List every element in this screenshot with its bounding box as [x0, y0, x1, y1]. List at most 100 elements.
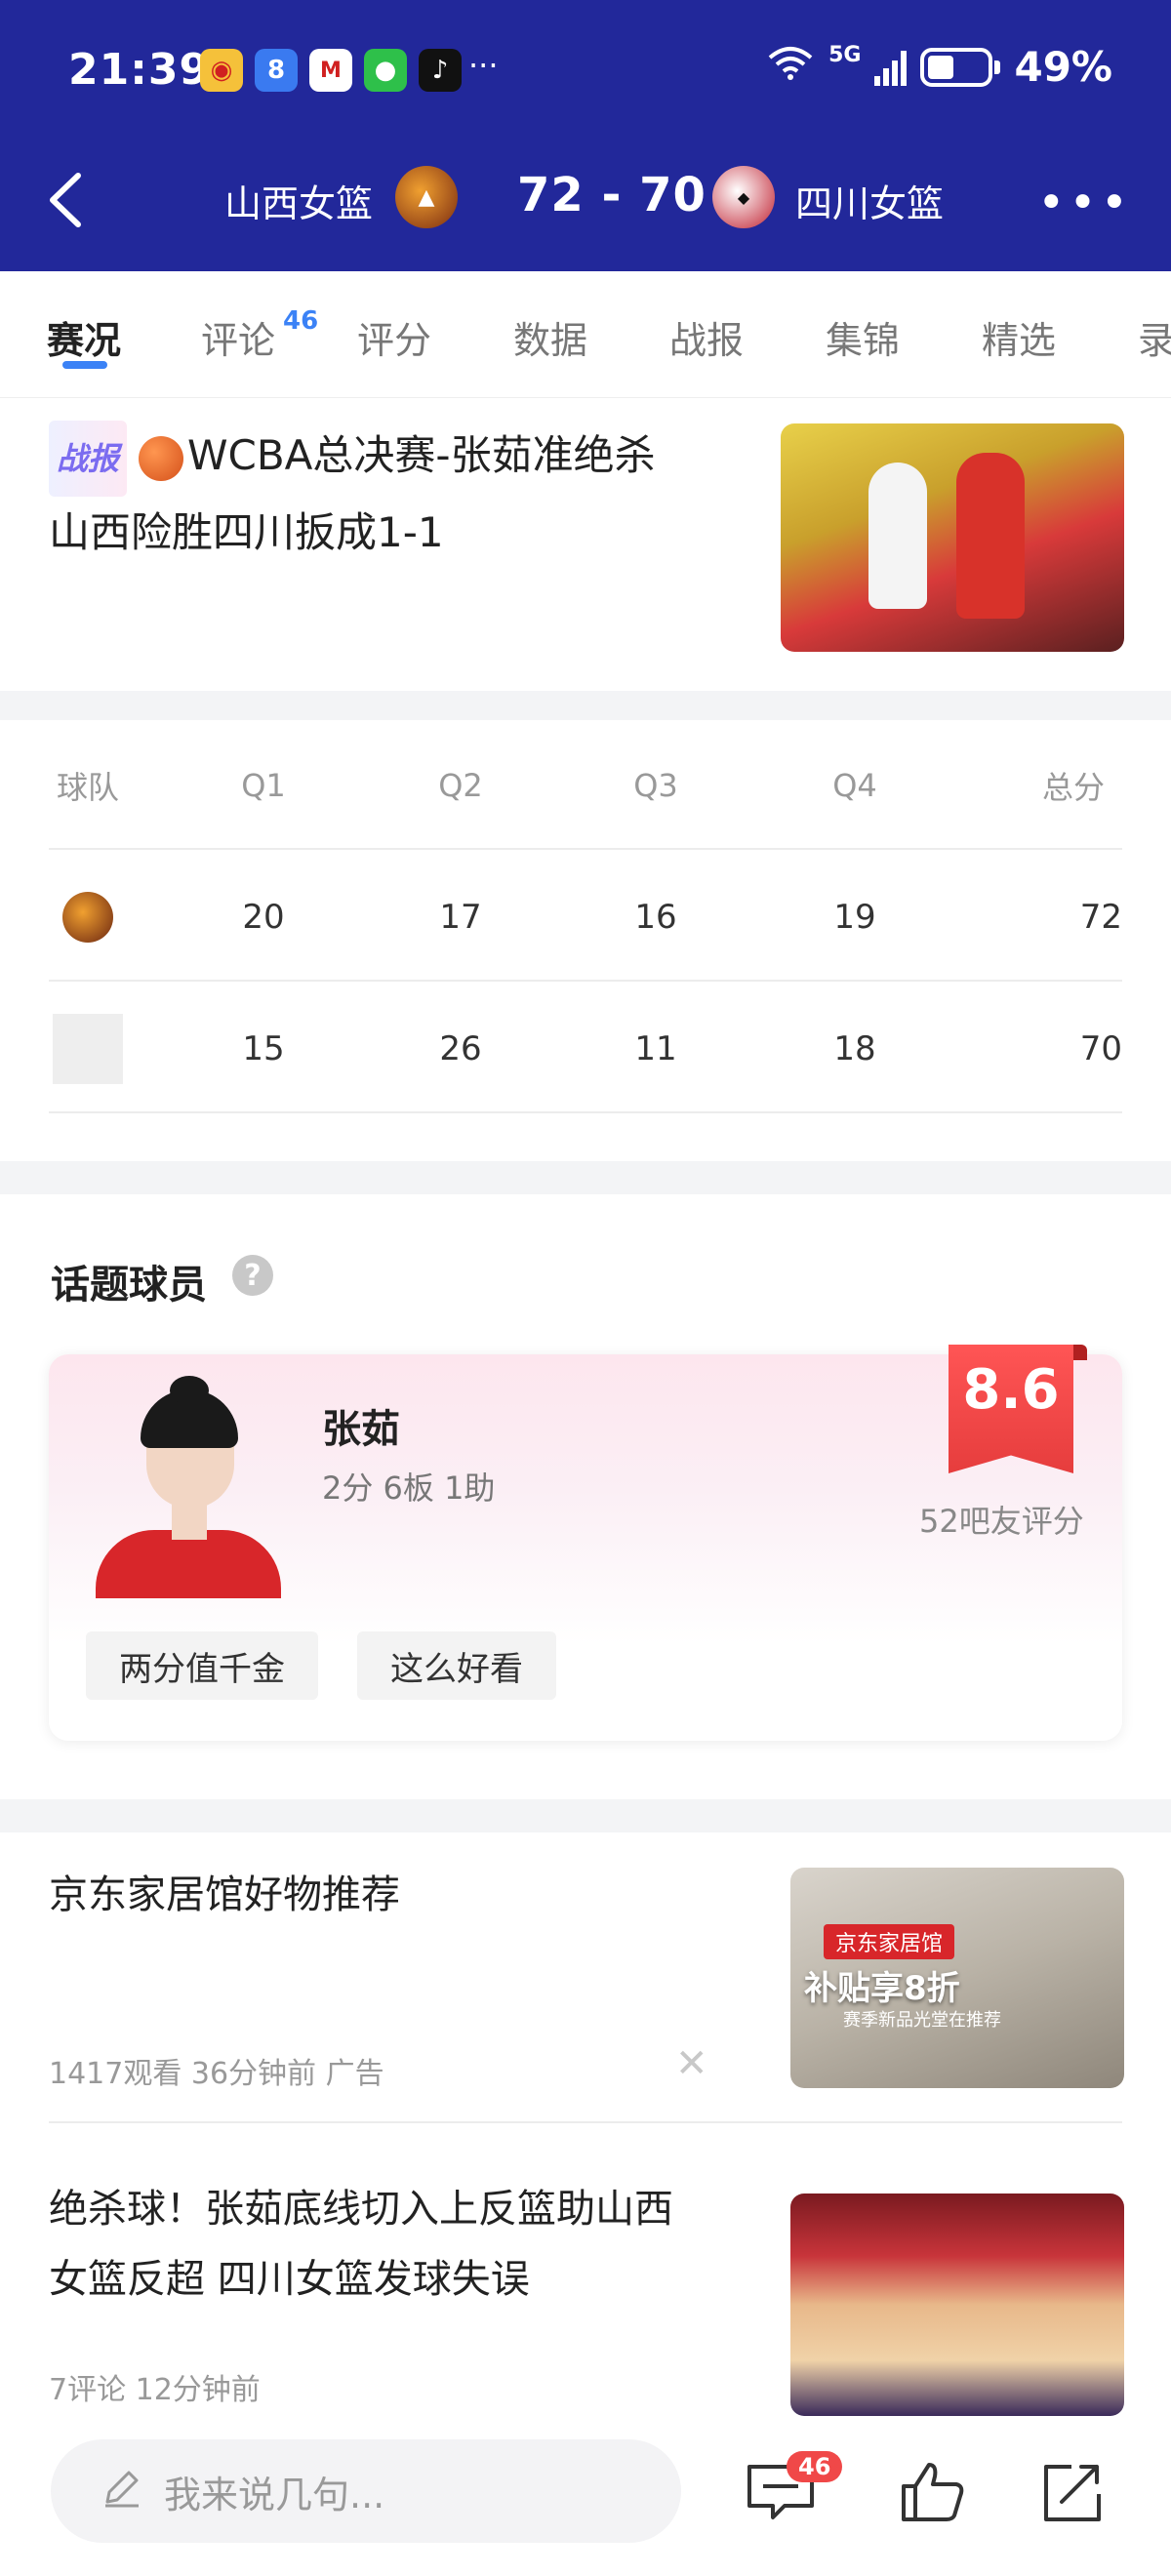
player-card[interactable]: 张茹 2分 6板 1助 8.6 52吧友评分 两分值千金 这么好看 — [49, 1345, 1122, 1741]
battery-percent: 49% — [1014, 43, 1112, 91]
list-item[interactable]: 京东家居馆好物推荐 1417观看 36分钟前 广告 ✕ 京东家居馆 补贴享8折 … — [0, 1832, 1171, 2125]
more-options-icon[interactable]: ••• — [1037, 176, 1132, 230]
tab-report[interactable]: 战报 — [669, 310, 744, 364]
q1-cell: 15 — [242, 1028, 285, 1068]
feed-meta: 7评论 12分钟前 — [49, 2373, 261, 2407]
quarter-score-table: 球队 Q1 Q2 Q3 Q4 总分 20 17 16 19 72 15 26 1… — [0, 720, 1171, 1161]
help-icon[interactable]: ? — [232, 1255, 273, 1296]
table-row: 15 26 11 18 70 — [49, 984, 1122, 1113]
basketball-icon — [139, 435, 184, 481]
match-nav: 山西女篮 ▲ 72 - 70 ◆ 四川女篮 ••• — [0, 146, 1171, 254]
header-q4: Q4 — [832, 766, 877, 804]
blank-logo-icon — [53, 1013, 123, 1084]
feed-title-line1: 绝杀球！张茹底线切入上反篮助山西 — [49, 2187, 673, 2232]
match-report-card[interactable]: 战报 WCBA总决赛-张茹准绝杀 山西险胜四川扳成1-1 — [0, 398, 1171, 691]
pencil-icon — [100, 2465, 144, 2518]
q3-cell: 11 — [634, 1028, 677, 1068]
team-cell — [49, 984, 127, 1113]
rating-badge: 8.6 — [949, 1345, 1073, 1473]
header-total: 总分 — [1041, 768, 1105, 806]
ad-thumb-headline: 补贴享8折 — [804, 1969, 960, 2008]
section-title: 话题球员 — [51, 1263, 207, 1308]
total-cell: 72 — [1079, 897, 1122, 937]
header-team: 球队 — [56, 768, 119, 806]
comment-placeholder: 我来说几句... — [164, 2473, 385, 2516]
home-team-name[interactable]: 山西女篮 — [224, 174, 373, 227]
rating-label: 52吧友评分 — [919, 1503, 1084, 1540]
comment-count-badge: 46 — [787, 2451, 843, 2482]
comment-chip[interactable]: 这么好看 — [357, 1631, 556, 1700]
feed-title[interactable]: 京东家居馆好物推荐 — [49, 1860, 400, 1930]
weibo-icon: ◉ — [200, 49, 243, 92]
video-thumbnail[interactable] — [790, 2194, 1124, 2416]
q4-cell: 19 — [833, 897, 876, 937]
close-icon[interactable]: ✕ — [675, 2041, 708, 2086]
share-icon[interactable] — [1038, 2457, 1112, 2525]
comment-chip[interactable]: 两分值千金 — [86, 1631, 318, 1700]
shanxi-logo-icon — [62, 891, 113, 943]
tab-bar: 赛况 评论 46 评分 数据 战报 集锦 精选 录 — [0, 271, 1171, 398]
wifi-icon — [766, 44, 815, 90]
status-bar: 21:39 ◉ 8 M ● ♪ ··· 5G 49% — [0, 0, 1171, 137]
tab-highlights[interactable]: 集锦 — [826, 310, 900, 364]
player-stats: 2分 6板 1助 — [322, 1469, 496, 1507]
feed-title-line2: 女篮反超 四川女篮发球失误 — [49, 2257, 530, 2302]
ad-thumb-subtext: 赛季新品光堂在推荐 — [843, 2010, 1001, 2031]
news-app-icon: M — [309, 49, 352, 92]
q4-cell: 18 — [833, 1028, 876, 1068]
match-score: 72 - 70 — [517, 168, 707, 222]
like-icon[interactable] — [896, 2457, 970, 2525]
tab-featured[interactable]: 精选 — [982, 310, 1056, 364]
divider — [49, 2121, 1122, 2123]
feed-title[interactable]: 绝杀球！张茹底线切入上反篮助山西 女篮反超 四川女篮发球失误 — [49, 2174, 673, 2314]
back-arrow-icon[interactable] — [39, 166, 98, 234]
header-q1: Q1 — [241, 766, 286, 804]
total-cell: 70 — [1079, 1028, 1122, 1068]
tab-stats[interactable]: 数据 — [513, 310, 587, 364]
tab-record[interactable]: 录 — [1138, 310, 1171, 364]
match-report-title[interactable]: 战报 WCBA总决赛-张茹准绝杀 山西险胜四川扳成1-1 — [49, 420, 751, 569]
comments-count-badge: 46 — [283, 306, 319, 336]
rating-flag-fold — [1073, 1345, 1087, 1360]
report-thumbnail[interactable] — [781, 423, 1124, 652]
team-cell — [49, 852, 127, 982]
app-8-icon: 8 — [255, 49, 298, 92]
table-header-row: 球队 Q1 Q2 Q3 Q4 总分 — [49, 720, 1122, 850]
sichuan-team-logo[interactable]: ◆ — [712, 166, 775, 228]
signal-icon — [874, 49, 908, 86]
tab-live[interactable]: 赛况 — [47, 310, 121, 364]
tab-ratings[interactable]: 评分 — [357, 310, 431, 364]
q3-cell: 16 — [634, 897, 677, 937]
away-team-name[interactable]: 四川女篮 — [795, 174, 944, 227]
q2-cell: 17 — [439, 897, 482, 937]
wechat-icon: ● — [364, 49, 407, 92]
tab-comments[interactable]: 评论 — [201, 310, 275, 364]
player-avatar[interactable] — [86, 1376, 291, 1598]
douyin-icon: ♪ — [419, 49, 462, 92]
ad-thumb-tag: 京东家居馆 — [824, 1924, 955, 1959]
header-q3: Q3 — [633, 766, 678, 804]
shanxi-team-logo[interactable]: ▲ — [395, 166, 458, 228]
notification-icons: ◉ 8 M ● ♪ — [200, 49, 462, 92]
ad-thumbnail[interactable]: 京东家居馆 补贴享8折 赛季新品光堂在推荐 — [790, 1868, 1124, 2088]
comment-input[interactable]: 我来说几句... — [51, 2439, 681, 2543]
report-tag: 战报 — [49, 421, 128, 497]
report-title-line1: WCBA总决赛-张茹准绝杀 — [187, 431, 656, 479]
more-notifications-indicator: ··· — [468, 47, 499, 84]
page: 21:39 ◉ 8 M ● ♪ ··· 5G 49% 山西女篮 ▲ 72 - 7… — [0, 0, 1171, 2576]
report-title-line2: 山西险胜四川扳成1-1 — [49, 508, 444, 556]
feed-meta: 1417观看 36分钟前 广告 — [49, 2057, 384, 2091]
header: 21:39 ◉ 8 M ● ♪ ··· 5G 49% 山西女篮 ▲ 72 - 7… — [0, 0, 1171, 271]
system-status: 5G 49% — [766, 43, 1112, 91]
active-tab-indicator — [62, 361, 107, 369]
q1-cell: 20 — [242, 897, 285, 937]
topic-player-section: 话题球员 ? 张茹 2分 6板 1助 8.6 52吧友评分 两分值千金 这么好看 — [0, 1194, 1171, 1799]
network-label: 5G — [828, 43, 862, 67]
status-time: 21:39 — [68, 45, 211, 95]
battery-icon — [920, 47, 1001, 87]
q2-cell: 26 — [439, 1028, 482, 1068]
table-row: 20 17 16 19 72 — [49, 852, 1122, 982]
player-name[interactable]: 张茹 — [322, 1397, 400, 1454]
bottom-bar: 我来说几句... 46 — [0, 2439, 1171, 2576]
header-q2: Q2 — [438, 766, 483, 804]
